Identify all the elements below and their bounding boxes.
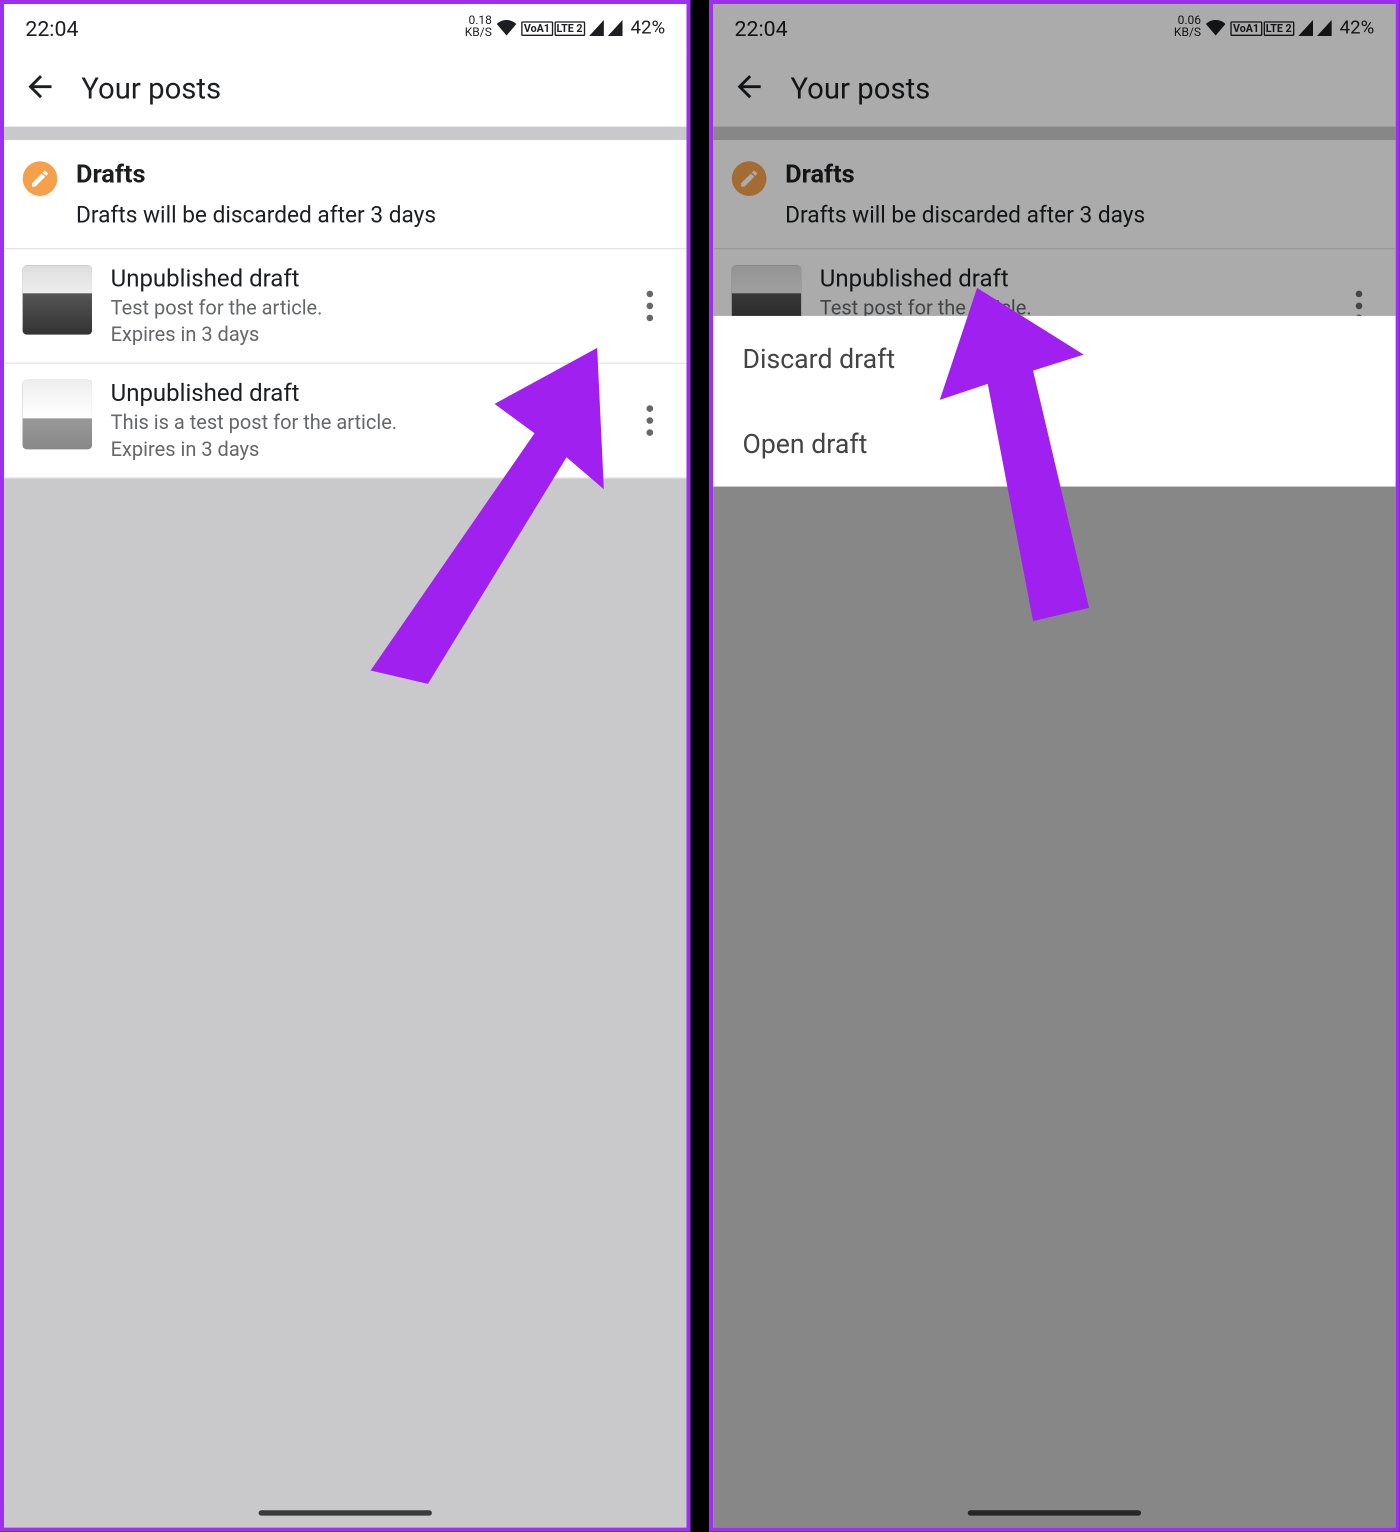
draft-title: Unpublished draft bbox=[111, 380, 397, 408]
draft-list-item[interactable]: Unpublished draft This is a test post fo… bbox=[4, 364, 686, 479]
back-arrow-icon[interactable] bbox=[23, 69, 58, 109]
signal-icon bbox=[608, 20, 623, 36]
status-time: 22:04 bbox=[25, 15, 78, 40]
options-sheet: Discard draft Open draft bbox=[713, 316, 1395, 487]
battery-text: 42% bbox=[631, 17, 666, 38]
page-title: Your posts bbox=[81, 73, 221, 106]
modal-overlay[interactable] bbox=[713, 4, 1395, 1528]
draft-subtitle: Test post for the article. bbox=[111, 296, 323, 320]
draft-title: Unpublished draft bbox=[111, 265, 323, 293]
right-phone-screenshot: 22:04 0.06 KB/S VoA1 LTE 2 42% Your post… bbox=[709, 0, 1399, 1532]
draft-expiry: Expires in 3 days bbox=[111, 323, 323, 347]
discard-draft-option[interactable]: Discard draft bbox=[713, 316, 1395, 401]
drafts-subtitle: Drafts will be discarded after 3 days bbox=[76, 203, 436, 230]
draft-subtitle: This is a test post for the article. bbox=[111, 411, 397, 435]
draft-list-item[interactable]: Unpublished draft Test post for the arti… bbox=[4, 249, 686, 364]
draft-thumbnail bbox=[23, 380, 92, 449]
pencil-icon bbox=[23, 161, 58, 196]
volte-indicator: VoA1 LTE 2 bbox=[521, 21, 585, 36]
status-bar: 22:04 0.18 KB/S VoA1 LTE 2 42% bbox=[4, 4, 686, 52]
empty-area bbox=[4, 479, 686, 1528]
wifi-icon bbox=[496, 17, 517, 40]
left-phone-screenshot: 22:04 0.18 KB/S VoA1 LTE 2 42% Your post… bbox=[0, 0, 690, 1532]
more-options-button[interactable] bbox=[628, 393, 671, 449]
home-indicator[interactable] bbox=[259, 1510, 432, 1515]
network-speed-indicator: 0.18 KB/S bbox=[465, 16, 492, 40]
page-header: Your posts bbox=[4, 52, 686, 127]
drafts-section-header: Drafts Drafts will be discarded after 3 … bbox=[4, 140, 686, 249]
open-draft-option[interactable]: Open draft bbox=[713, 401, 1395, 486]
spacer bbox=[4, 127, 686, 140]
more-options-button[interactable] bbox=[628, 278, 671, 334]
status-right: 0.18 KB/S VoA1 LTE 2 42% bbox=[465, 16, 665, 40]
draft-thumbnail bbox=[23, 265, 92, 334]
signal-icon bbox=[589, 20, 604, 36]
draft-expiry: Expires in 3 days bbox=[111, 437, 397, 461]
drafts-title: Drafts bbox=[76, 159, 436, 190]
